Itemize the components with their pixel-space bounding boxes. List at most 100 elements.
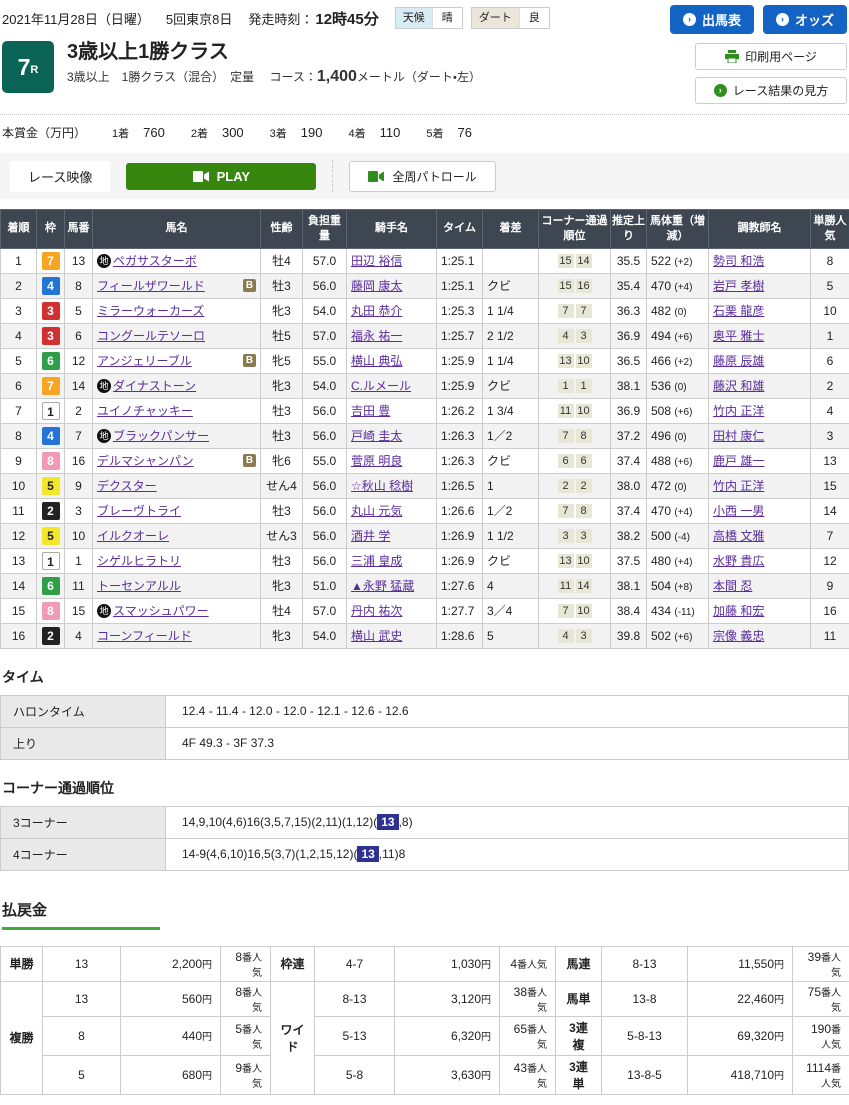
- jockey-link[interactable]: 丸山 元気: [351, 504, 402, 518]
- horse-name-link[interactable]: シゲルヒラトリ: [97, 552, 181, 569]
- horse-name-link[interactable]: ペガサスターボ: [113, 252, 197, 269]
- horse-name-link[interactable]: コーンフィールド: [97, 627, 192, 644]
- entry-table-button[interactable]: ›出馬表: [670, 5, 754, 34]
- jockey-link[interactable]: 藤岡 康太: [351, 279, 402, 293]
- jockey-link[interactable]: C.ルメール: [351, 379, 411, 393]
- win-popularity: 8: [811, 248, 849, 273]
- jockey-link[interactable]: ☆秋山 稔樹: [351, 479, 413, 493]
- horse-name-link[interactable]: ブレーヴトライ: [97, 502, 181, 519]
- jockey-link[interactable]: 三浦 皇成: [351, 554, 402, 568]
- trainer-link[interactable]: 加藤 和宏: [713, 604, 764, 618]
- horse-weight-diff: (+6): [674, 407, 692, 418]
- bracket-cell: 4: [37, 273, 65, 298]
- jockey-cell: 田辺 裕信: [347, 248, 437, 273]
- jockey-link[interactable]: 丸田 恭介: [351, 304, 402, 318]
- trainer-link[interactable]: 本間 忍: [713, 579, 752, 593]
- trainer-link[interactable]: 勢司 和浩: [713, 254, 764, 268]
- payout-table: 単勝132,200円8番人気枠連4-71,030円4番人気馬連8-1311,55…: [0, 946, 849, 1095]
- horse-weight-diff: (+6): [674, 632, 692, 643]
- trainer-link[interactable]: 藤沢 和雄: [713, 379, 764, 393]
- jockey-link[interactable]: ▲永野 猛蔵: [351, 579, 414, 593]
- finish-position: 16: [1, 623, 37, 648]
- horse-name-link[interactable]: デルマシャンパン: [97, 452, 194, 469]
- trainer-link[interactable]: 奥平 雅士: [713, 329, 764, 343]
- horse-name-link[interactable]: デクスター: [97, 477, 157, 494]
- race-conditions: 3歳以上 1勝クラス（混合） 定量 コース：1,400メートル（ダート・左）: [67, 68, 481, 86]
- payout-popularity: 5番人気: [221, 1016, 271, 1055]
- horse-name-link[interactable]: スマッシュパワー: [113, 602, 209, 619]
- play-button[interactable]: PLAY: [126, 163, 316, 190]
- finish-time: 1:26.9: [437, 548, 483, 573]
- trainer-link[interactable]: 竹内 正洋: [713, 479, 764, 493]
- horse-name-link[interactable]: イルクオーレ: [97, 527, 169, 544]
- trainer-link[interactable]: 宗像 義忠: [713, 629, 764, 643]
- horse-name-link[interactable]: ダイナストーン: [113, 377, 196, 394]
- horse-name-link[interactable]: ブラックパンサー: [113, 427, 209, 444]
- popularity-suffix: 番人気: [527, 1025, 547, 1051]
- horse-name-link[interactable]: アンジェリーブル: [97, 352, 192, 369]
- horse-number: 14: [65, 373, 93, 398]
- top-header: 2021年11月28日（日曜） 5回東京8日 発走時刻：12時45分 天候晴 ダ…: [0, 0, 849, 34]
- horse-weight: 466 (+2): [647, 348, 709, 373]
- jockey-link[interactable]: 福永 祐一: [351, 329, 402, 343]
- jockey-link[interactable]: 酒井 学: [351, 529, 390, 543]
- payout-amount-value: 2,200: [172, 957, 202, 971]
- jockey-cell: 三浦 皇成: [347, 548, 437, 573]
- print-page-button[interactable]: 印刷用ページ: [695, 43, 847, 70]
- bracket-cell: 1: [37, 548, 65, 573]
- last-3f: 37.5: [611, 548, 647, 573]
- sex-age: 牡3: [261, 498, 303, 523]
- jockey-cell: 横山 武史: [347, 623, 437, 648]
- bracket-cell: 7: [37, 248, 65, 273]
- trainer-link[interactable]: 高橋 文雅: [713, 529, 764, 543]
- finish-time: 1:26.3: [437, 448, 483, 473]
- trainer-link[interactable]: 竹内 正洋: [713, 404, 764, 418]
- odds-button[interactable]: ›オッズ: [763, 5, 847, 34]
- patrol-video-button[interactable]: 全周パトロール: [349, 161, 495, 192]
- sex-age: せん3: [261, 523, 303, 548]
- trainer-link[interactable]: 藤原 辰雄: [713, 354, 764, 368]
- jockey-link[interactable]: 横山 武史: [351, 629, 402, 643]
- horse-name-link[interactable]: トーセンアルル: [97, 577, 181, 594]
- corner-position-box: 7: [558, 604, 574, 618]
- blinkers-icon: B: [243, 279, 256, 292]
- side-buttons: 印刷用ページ › レース結果の見方: [695, 43, 847, 104]
- horse-name-link[interactable]: フィールザワールド: [97, 277, 205, 294]
- horse-weight: 434 (-11): [647, 598, 709, 623]
- last-3f: 35.5: [611, 248, 647, 273]
- trainer-link[interactable]: 岩戸 孝樹: [713, 279, 764, 293]
- horse-name-cell: 地ダイナストーン: [93, 373, 261, 398]
- trainer-link[interactable]: 水野 貴広: [713, 554, 764, 568]
- win-popularity: 12: [811, 548, 849, 573]
- trainer-link[interactable]: 鹿戸 雄一: [713, 454, 764, 468]
- results-header-row: 着順 枠 馬番 馬名 性齢 負担重量 騎手名 タイム 着差 コーナー通過順位 推…: [1, 210, 849, 249]
- jockey-link[interactable]: 吉田 豊: [351, 404, 390, 418]
- jockey-link[interactable]: 菅原 明良: [351, 454, 402, 468]
- result-guide-button[interactable]: › レース結果の見方: [695, 77, 847, 104]
- yen-suffix: 円: [202, 995, 212, 1006]
- jockey-link[interactable]: 横山 典弘: [351, 354, 402, 368]
- horse-name-link[interactable]: ユイノチャッキー: [97, 402, 193, 419]
- horse-name-wrap: トーセンアルル: [97, 577, 256, 594]
- jockey-link[interactable]: 戸崎 圭太: [351, 429, 402, 443]
- trainer-link[interactable]: 小西 一男: [713, 504, 764, 518]
- result-row: 712ユイノチャッキー牡356.0吉田 豊1:26.21 3/4111036.9…: [1, 398, 849, 423]
- horse-weight-diff: (-4): [674, 532, 690, 543]
- jockey-link[interactable]: 丹内 祐次: [351, 604, 402, 618]
- jockey-link[interactable]: 田辺 裕信: [351, 254, 402, 268]
- yen-suffix: 円: [774, 960, 784, 971]
- horse-name-link[interactable]: ミラーウォーカーズ: [97, 302, 204, 319]
- trainer-cell: 田村 康仁: [709, 423, 811, 448]
- horse-name-link[interactable]: コングールテソーロ: [97, 327, 205, 344]
- payout-amount: 11,550円: [688, 946, 793, 981]
- horse-weight: 470 (+4): [647, 273, 709, 298]
- arrow-circle-icon: ›: [683, 13, 696, 26]
- payout-popularity-value: 1114: [806, 1061, 831, 1075]
- horse-weight-value: 472: [651, 479, 674, 493]
- win-popularity: 3: [811, 423, 849, 448]
- trainer-link[interactable]: 石栗 龍彦: [713, 304, 764, 318]
- trainer-link[interactable]: 田村 康仁: [713, 429, 764, 443]
- corner-position-box: 3: [576, 629, 592, 643]
- corner-4-value: 14-9(4,6,10)16,5(3,7)(1,2,15,12)(13,11)8: [166, 838, 849, 870]
- horse-weight: 500 (-4): [647, 523, 709, 548]
